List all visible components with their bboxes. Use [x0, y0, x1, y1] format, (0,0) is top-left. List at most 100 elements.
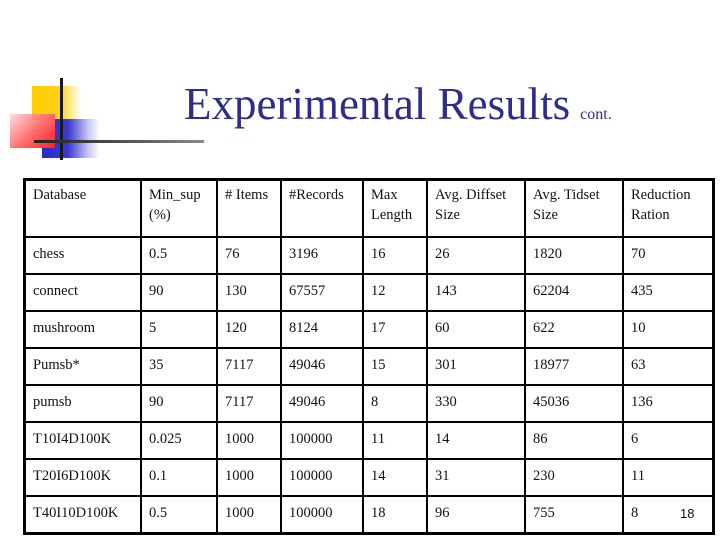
header-cell-reduction-ration: Reduction Ration [622, 178, 715, 238]
cell-avg-diffset-size: 143 [426, 273, 526, 312]
cell-items: 7117 [216, 384, 282, 423]
cell-reduction-ration: 70 [622, 236, 715, 275]
cell-min-sup: 0.5 [140, 495, 218, 535]
header-text: #Records [289, 187, 344, 203]
horizontal-line-decoration [34, 140, 204, 143]
cell-items: 1000 [216, 458, 282, 497]
cell-records: 49046 [280, 384, 364, 423]
table-row: pumsb 90 7117 49046 8 330 45036 136 [23, 384, 715, 423]
header-cell-avg-tidset-size: Avg. Tidset Size [524, 178, 624, 238]
header-text: Avg. Diffset [435, 187, 507, 203]
cell-avg-tidset-size: 45036 [524, 384, 624, 423]
cell-database: Pumsb* [23, 347, 142, 386]
vertical-line-decoration [60, 78, 63, 160]
cell-records: 67557 [280, 273, 364, 312]
table-row: connect 90 130 67557 12 143 62204 435 [23, 273, 715, 312]
cell-max-length: 16 [362, 236, 428, 275]
header-text: Size [533, 207, 558, 223]
cell-max-length: 15 [362, 347, 428, 386]
cell-avg-tidset-size: 62204 [524, 273, 624, 312]
cell-max-length: 11 [362, 421, 428, 460]
header-text: Length [371, 207, 413, 223]
cell-min-sup: 90 [140, 384, 218, 423]
cell-database: pumsb [23, 384, 142, 423]
header-cell-avg-diffset-size: Avg. Diffset Size [426, 178, 526, 238]
cell-min-sup: 0.025 [140, 421, 218, 460]
cell-database: T10I4D100K [23, 421, 142, 460]
cell-avg-tidset-size: 1820 [524, 236, 624, 275]
slide-title-suffix: cont. [580, 106, 612, 123]
cell-records: 100000 [280, 421, 364, 460]
cell-max-length: 12 [362, 273, 428, 312]
header-text: (%) [149, 207, 171, 223]
cell-records: 3196 [280, 236, 364, 275]
cell-max-length: 18 [362, 495, 428, 535]
header-text: Database [33, 187, 87, 203]
header-cell-max-length: Max Length [362, 178, 428, 238]
cell-records: 49046 [280, 347, 364, 386]
table-row: T20I6D100K 0.1 1000 100000 14 31 230 11 [23, 458, 715, 497]
cell-max-length: 14 [362, 458, 428, 497]
header-text: Max [371, 187, 398, 203]
cell-avg-tidset-size: 86 [524, 421, 624, 460]
header-text: Min_sup [149, 187, 201, 203]
cell-reduction-ration: 11 [622, 458, 715, 497]
cell-reduction-ration: 8 [622, 495, 715, 535]
cell-min-sup: 35 [140, 347, 218, 386]
cell-max-length: 8 [362, 384, 428, 423]
cell-min-sup: 5 [140, 310, 218, 349]
header-text: # Items [225, 187, 269, 203]
cell-records: 100000 [280, 458, 364, 497]
cell-items: 7117 [216, 347, 282, 386]
cell-database: mushroom [23, 310, 142, 349]
header-cell-items: # Items [216, 178, 282, 238]
cell-items: 1000 [216, 495, 282, 535]
table-row: Pumsb* 35 7117 49046 15 301 18977 63 [23, 347, 715, 386]
cell-items: 76 [216, 236, 282, 275]
cell-reduction-ration: 136 [622, 384, 715, 423]
cell-avg-tidset-size: 622 [524, 310, 624, 349]
cell-avg-diffset-size: 31 [426, 458, 526, 497]
cell-avg-diffset-size: 301 [426, 347, 526, 386]
header-text: Reduction [631, 187, 691, 203]
cell-reduction-ration: 435 [622, 273, 715, 312]
cell-database: connect [23, 273, 142, 312]
table-header-row: Database Min_sup (%) # Items #Records Max… [23, 178, 715, 238]
cell-items: 120 [216, 310, 282, 349]
header-text: Ration [631, 207, 670, 223]
header-cell-records: #Records [280, 178, 364, 238]
cell-reduction-ration: 10 [622, 310, 715, 349]
cell-avg-tidset-size: 18977 [524, 347, 624, 386]
cell-database: T40I10D100K [23, 495, 142, 535]
header-cell-database: Database [23, 178, 142, 238]
cell-database: chess [23, 236, 142, 275]
header-text: Avg. Tidset [533, 187, 600, 203]
slide-title: Experimental Results cont. [184, 74, 612, 145]
header-cell-min-sup: Min_sup (%) [140, 178, 218, 238]
cell-min-sup: 90 [140, 273, 218, 312]
cell-items: 130 [216, 273, 282, 312]
cell-avg-tidset-size: 230 [524, 458, 624, 497]
cell-reduction-ration: 63 [622, 347, 715, 386]
cell-avg-diffset-size: 96 [426, 495, 526, 535]
cell-records: 8124 [280, 310, 364, 349]
cell-avg-diffset-size: 26 [426, 236, 526, 275]
cell-database: T20I6D100K [23, 458, 142, 497]
cell-avg-diffset-size: 14 [426, 421, 526, 460]
slide-logo-decoration [0, 60, 204, 180]
results-table: Database Min_sup (%) # Items #Records Max… [23, 178, 715, 535]
header-text: Size [435, 207, 460, 223]
table-row: T40I10D100K 0.5 1000 100000 18 96 755 8 [23, 495, 715, 535]
cell-avg-diffset-size: 330 [426, 384, 526, 423]
table-row: mushroom 5 120 8124 17 60 622 10 [23, 310, 715, 349]
page-number: 18 [680, 506, 695, 521]
cell-records: 100000 [280, 495, 364, 535]
cell-avg-tidset-size: 755 [524, 495, 624, 535]
cell-max-length: 17 [362, 310, 428, 349]
table-row: chess 0.5 76 3196 16 26 1820 70 [23, 236, 715, 275]
table-row: T10I4D100K 0.025 1000 100000 11 14 86 6 [23, 421, 715, 460]
cell-min-sup: 0.5 [140, 236, 218, 275]
cell-reduction-ration: 6 [622, 421, 715, 460]
slide-title-text: Experimental Results [184, 79, 571, 129]
cell-avg-diffset-size: 60 [426, 310, 526, 349]
